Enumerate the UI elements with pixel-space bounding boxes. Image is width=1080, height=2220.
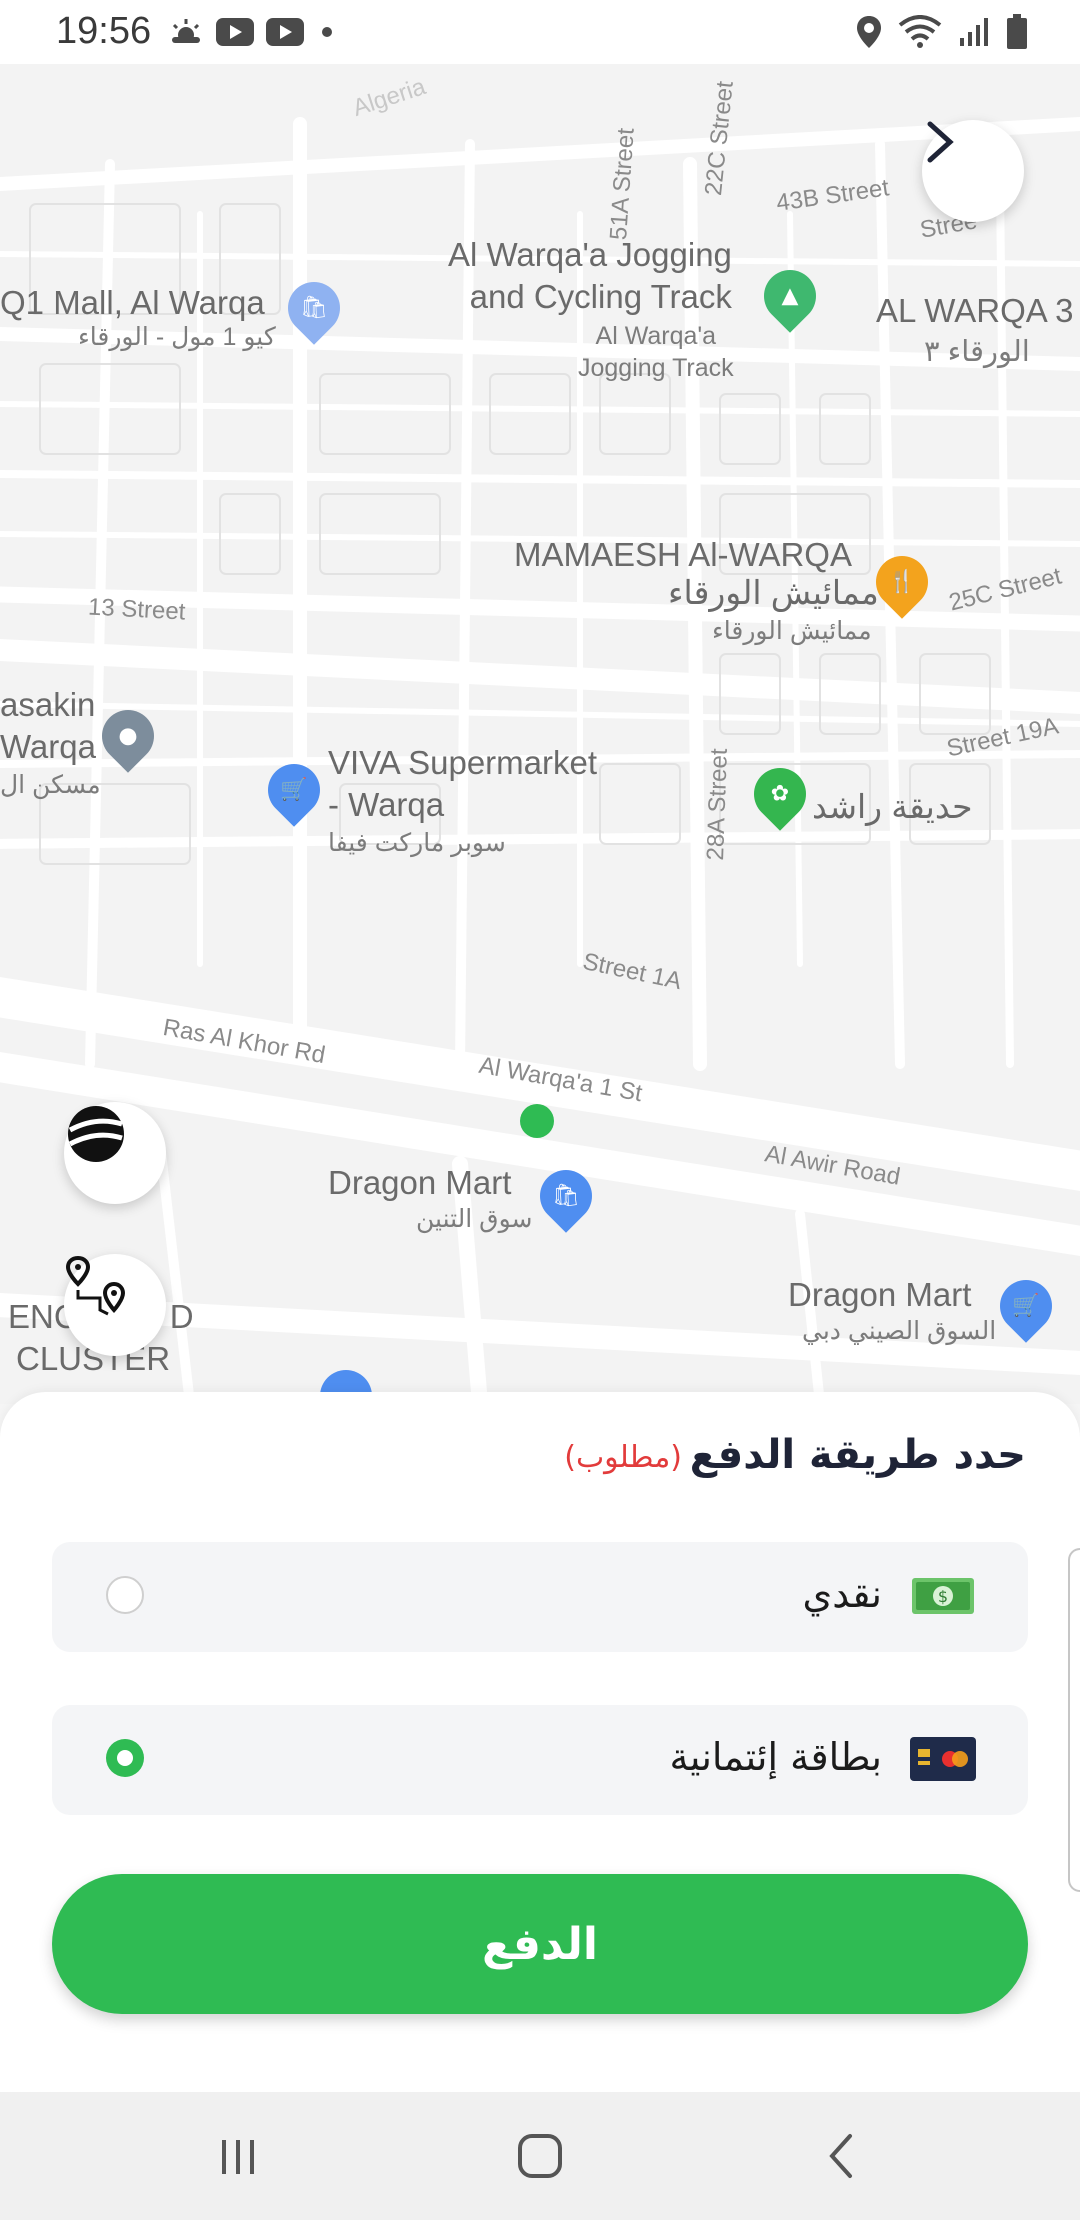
map-label-masakin: asakin Warqa <box>0 686 96 765</box>
map-label-masakin-ar: مسكن ال <box>0 771 101 799</box>
required-label: (مطلوب) <box>564 1440 682 1475</box>
back-button[interactable] <box>808 2122 876 2190</box>
payment-option-cash-radio[interactable] <box>106 1576 144 1614</box>
system-navigation-bar <box>0 2092 1080 2220</box>
wifi-icon <box>898 15 942 48</box>
map-label-mamaesh-ar2: ممائيش الورقاء <box>712 617 872 645</box>
map-label-mamaesh-ar: ممائيش الورقاء <box>668 574 879 611</box>
youtube-icon <box>266 18 304 46</box>
map-label-q1-mall: Q1 Mall, Al Warqa <box>0 284 265 321</box>
map-label-jogging-sub: Al Warqa'a Jogging Track <box>578 322 734 382</box>
payment-bottom-sheet: حدد طريقة الدفع (مطلوب) نقدي $ بطاقة إئت… <box>0 1392 1080 2092</box>
map-label-rashid-park: حديقة راشد <box>812 788 973 825</box>
map-style-button[interactable] <box>64 1102 166 1204</box>
map-label-viva: VIVA Supermarket - Warqa <box>328 744 598 823</box>
chevron-right-icon <box>927 121 954 163</box>
payment-option-cash[interactable]: نقدي $ <box>52 1542 1028 1652</box>
payment-sheet-title: حدد طريقة الدفع <box>689 1432 1026 1478</box>
payment-option-credit-card-label: بطاقة إئتمانية <box>669 1735 882 1779</box>
pay-button[interactable]: الدفع <box>52 1874 1028 2014</box>
status-bar: 19:56 <box>0 0 1080 64</box>
map-label-warqa3: AL WARQA 3 <box>876 292 1074 329</box>
route-icon <box>65 1255 126 1316</box>
route-button[interactable] <box>64 1254 166 1356</box>
home-icon <box>518 2134 562 2178</box>
payment-option-credit-card[interactable]: بطاقة إئتمانية <box>52 1705 1028 1815</box>
recents-icon <box>222 2140 254 2174</box>
battery-icon <box>1007 14 1027 49</box>
map-label-mamaesh: MAMAESH Al-WARQA <box>514 536 852 573</box>
cash-icon: $ <box>910 1572 976 1620</box>
map-label-warqa3-ar: الورقاء ٣ <box>924 336 1030 368</box>
side-panel-handle[interactable] <box>1068 1548 1080 1892</box>
map-label-13-street: 13 Street <box>87 593 187 626</box>
map-label-dragon-mart-1: Dragon Mart <box>328 1164 512 1201</box>
status-time: 19:56 <box>56 10 152 52</box>
payment-option-cash-label: نقدي <box>802 1572 883 1616</box>
recents-button[interactable] <box>204 2122 272 2190</box>
map-label-dragon-mart-2-ar: السوق الصيني دبي <box>802 1317 997 1345</box>
back-icon <box>829 2134 852 2178</box>
svg-text:$: $ <box>938 1587 948 1606</box>
next-arrow-button[interactable] <box>922 120 1024 222</box>
current-location-marker <box>520 1104 554 1138</box>
location-icon <box>857 16 881 48</box>
map-label-q1-mall-ar: كيو 1 مول - الورقاء <box>78 323 276 351</box>
globe-icon <box>68 1106 124 1162</box>
map-view[interactable]: Algeria 51A Street 22C Street 43B Street… <box>0 64 1080 1404</box>
status-system-icons <box>856 12 1028 52</box>
dot-icon <box>322 27 332 37</box>
weather-icon <box>172 19 200 43</box>
payment-option-credit-card-radio[interactable] <box>106 1739 144 1777</box>
signal-icon <box>960 18 988 46</box>
credit-card-icon <box>910 1735 976 1783</box>
map-label-dragon-mart-2: Dragon Mart <box>788 1276 972 1313</box>
status-notification-icons <box>168 14 332 50</box>
map-label-jogging-track: Al Warqa'a Jogging and Cycling Track <box>448 236 732 315</box>
map-label-viva-ar: سوبر ماركت فيفا <box>328 829 506 857</box>
map-label-28a-street: 28A Street <box>702 747 733 861</box>
youtube-icon <box>216 18 254 46</box>
home-button[interactable] <box>506 2122 574 2190</box>
map-label-dragon-mart-1-ar: سوق التنين <box>416 1205 533 1233</box>
